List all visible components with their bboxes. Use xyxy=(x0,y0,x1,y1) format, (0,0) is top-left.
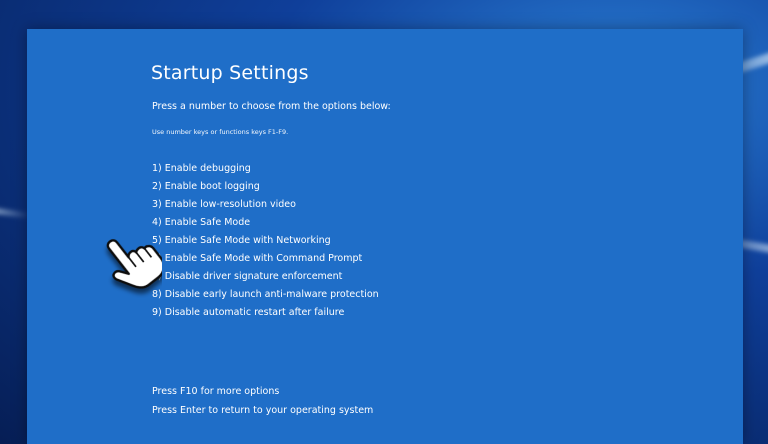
option-enable-safe-mode[interactable]: 4) Enable Safe Mode xyxy=(152,214,379,232)
option-safe-mode-command-prompt[interactable]: 6) Enable Safe Mode with Command Prompt xyxy=(152,250,379,268)
option-disable-driver-signature[interactable]: 7) Disable driver signature enforcement xyxy=(152,268,379,286)
startup-options-list: 1) Enable debugging 2) Enable boot loggi… xyxy=(152,160,379,322)
option-disable-early-launch-antimalware[interactable]: 8) Disable early launch anti-malware pro… xyxy=(152,286,379,304)
return-to-os-action[interactable]: Press Enter to return to your operating … xyxy=(152,401,373,420)
option-disable-automatic-restart[interactable]: 9) Disable automatic restart after failu… xyxy=(152,304,379,322)
option-safe-mode-networking[interactable]: 5) Enable Safe Mode with Networking xyxy=(152,232,379,250)
startup-settings-content: Startup Settings Press a number to choos… xyxy=(151,29,743,444)
instruction-text: Press a number to choose from the option… xyxy=(152,101,391,112)
hand-pointer-icon xyxy=(106,239,162,289)
page-title: Startup Settings xyxy=(151,62,309,84)
desktop-light-streak xyxy=(0,207,31,219)
option-enable-low-resolution-video[interactable]: 3) Enable low-resolution video xyxy=(152,196,379,214)
footer-actions: Press F10 for more options Press Enter t… xyxy=(152,382,373,420)
option-enable-debugging[interactable]: 1) Enable debugging xyxy=(152,160,379,178)
option-enable-boot-logging[interactable]: 2) Enable boot logging xyxy=(152,178,379,196)
key-hint-text: Use number keys or functions keys F1-F9. xyxy=(152,128,289,136)
more-options-action[interactable]: Press F10 for more options xyxy=(152,382,373,401)
